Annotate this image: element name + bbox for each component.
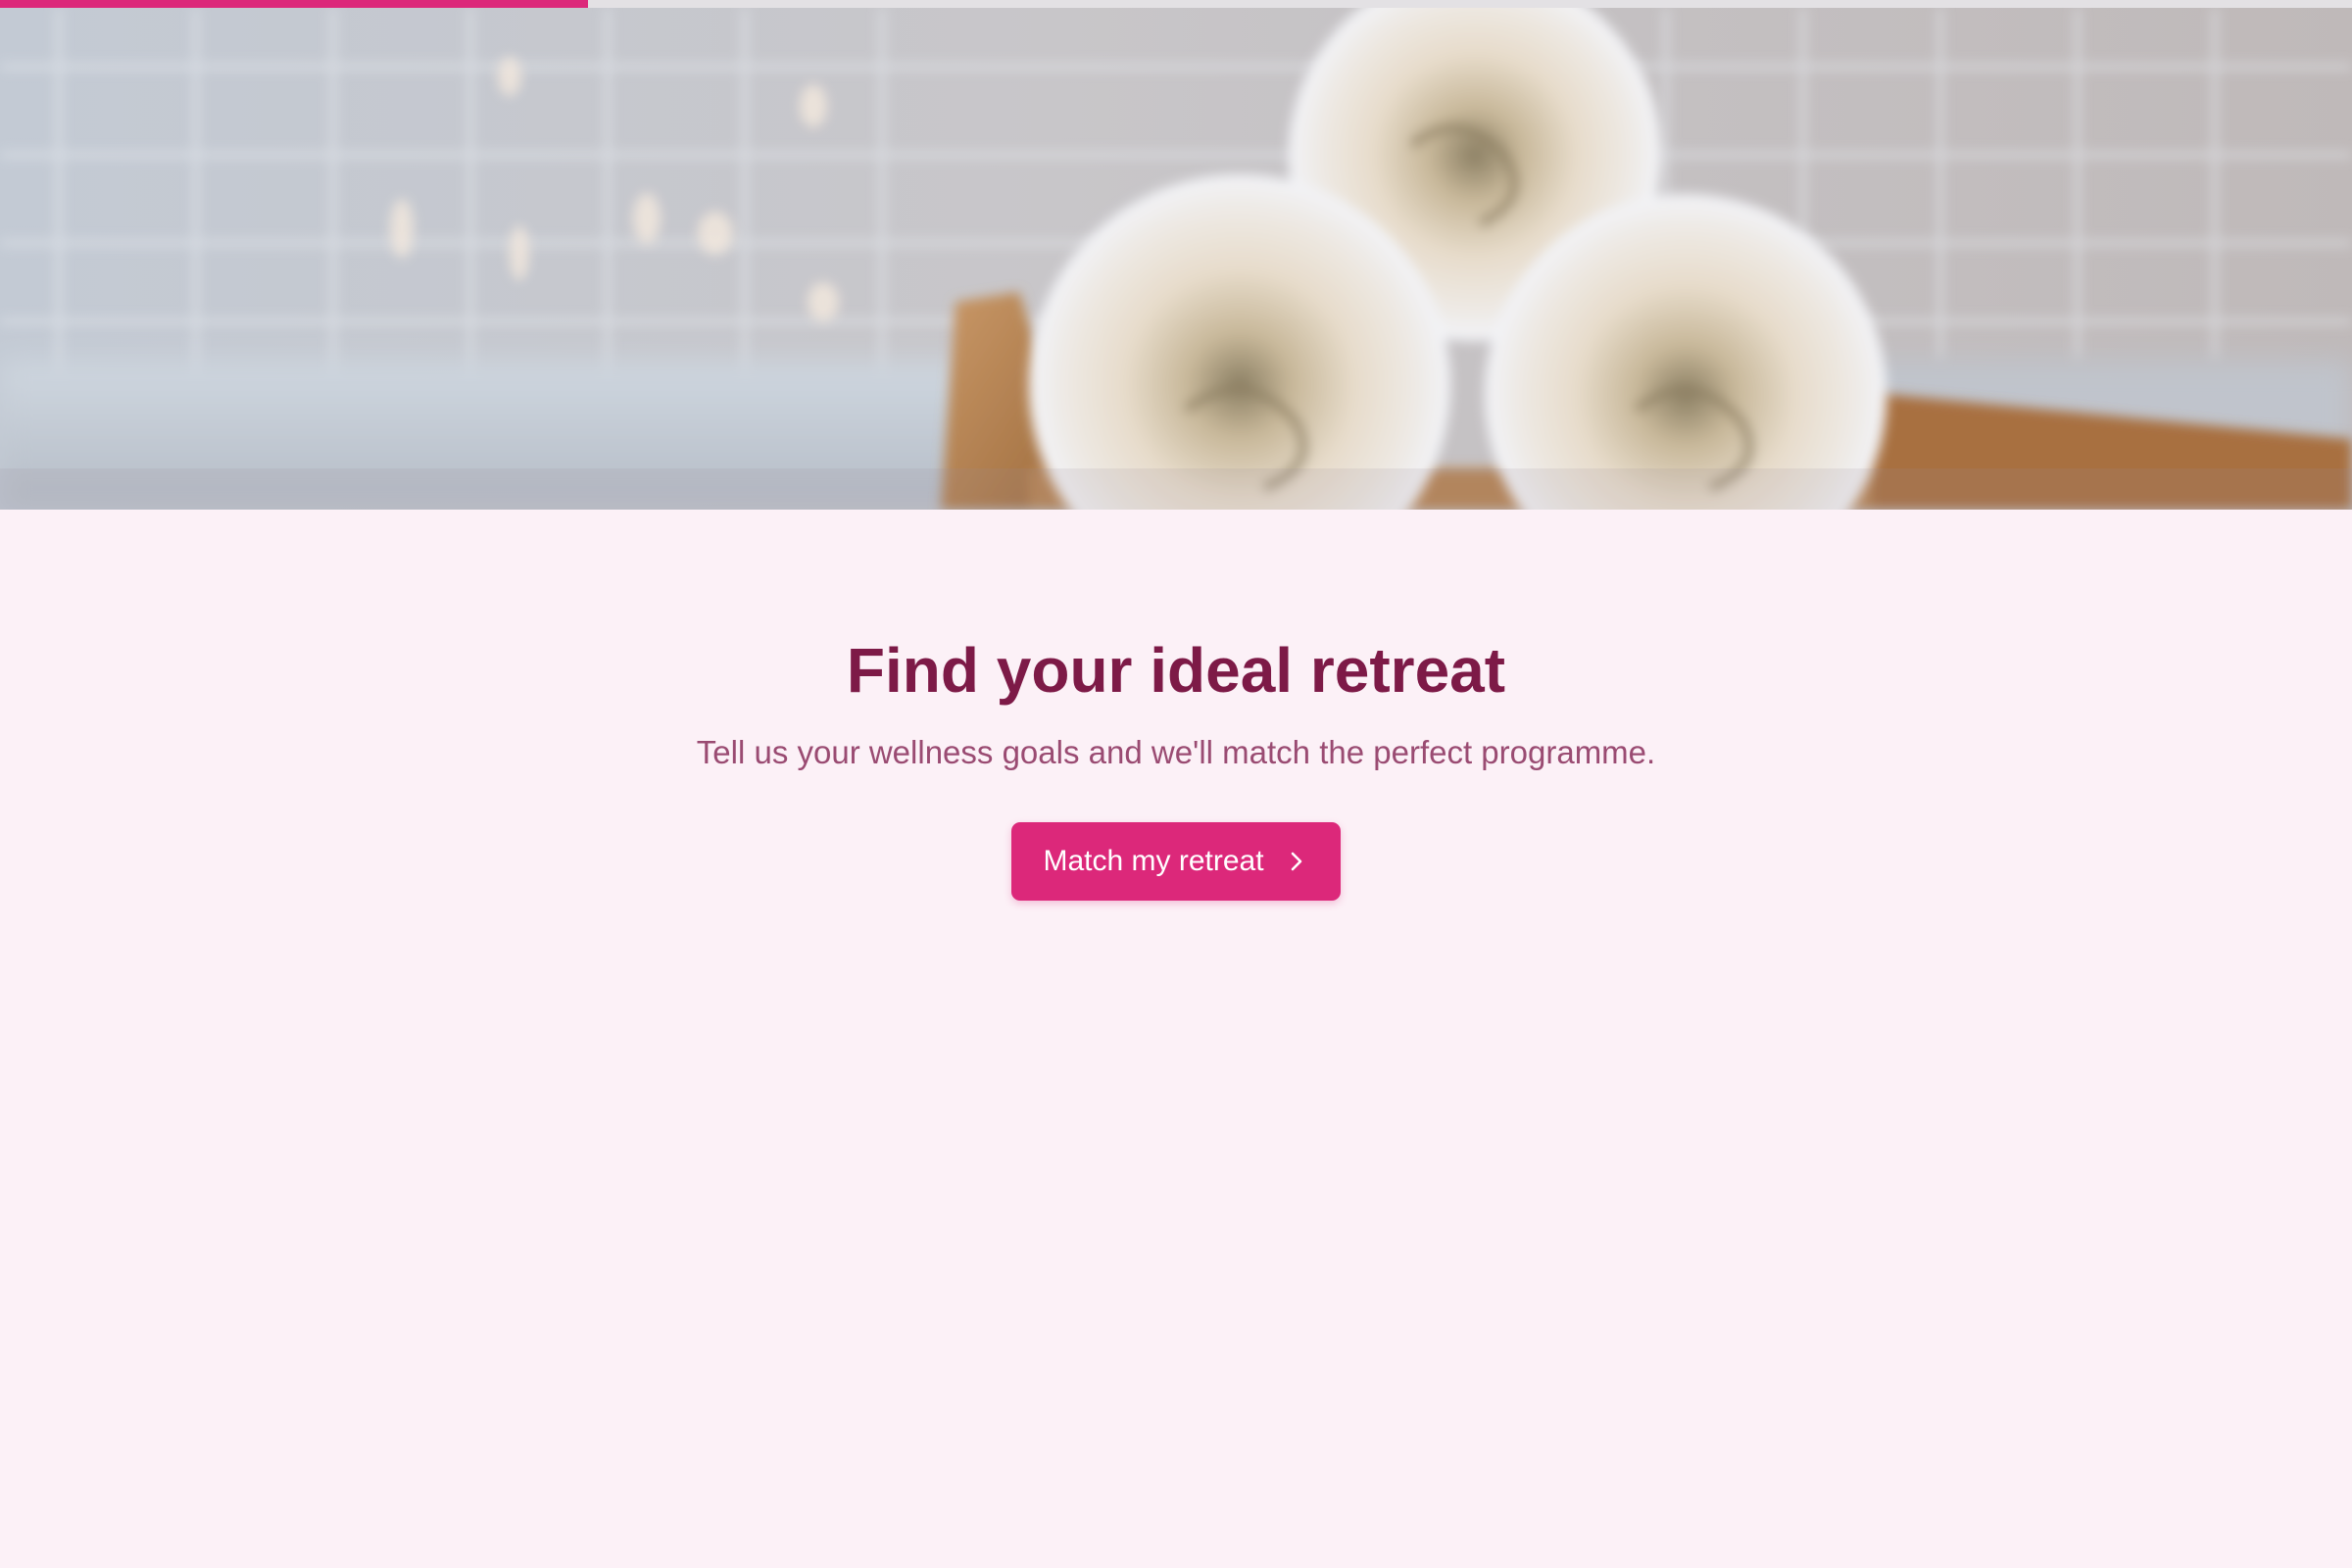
progress-bar [0,0,2352,8]
content-section: Find your ideal retreat Tell us your wel… [0,510,2352,901]
chevron-right-icon [1284,849,1309,874]
match-my-retreat-button[interactable]: Match my retreat [1011,821,1341,901]
page-title: Find your ideal retreat [846,635,1506,706]
page: Find your ideal retreat Tell us your wel… [0,0,2352,1568]
match-my-retreat-button-label: Match my retreat [1043,844,1264,877]
progress-bar-fill [0,0,588,8]
hero-image [0,8,2352,510]
page-subtitle: Tell us your wellness goals and we'll ma… [696,733,1656,770]
